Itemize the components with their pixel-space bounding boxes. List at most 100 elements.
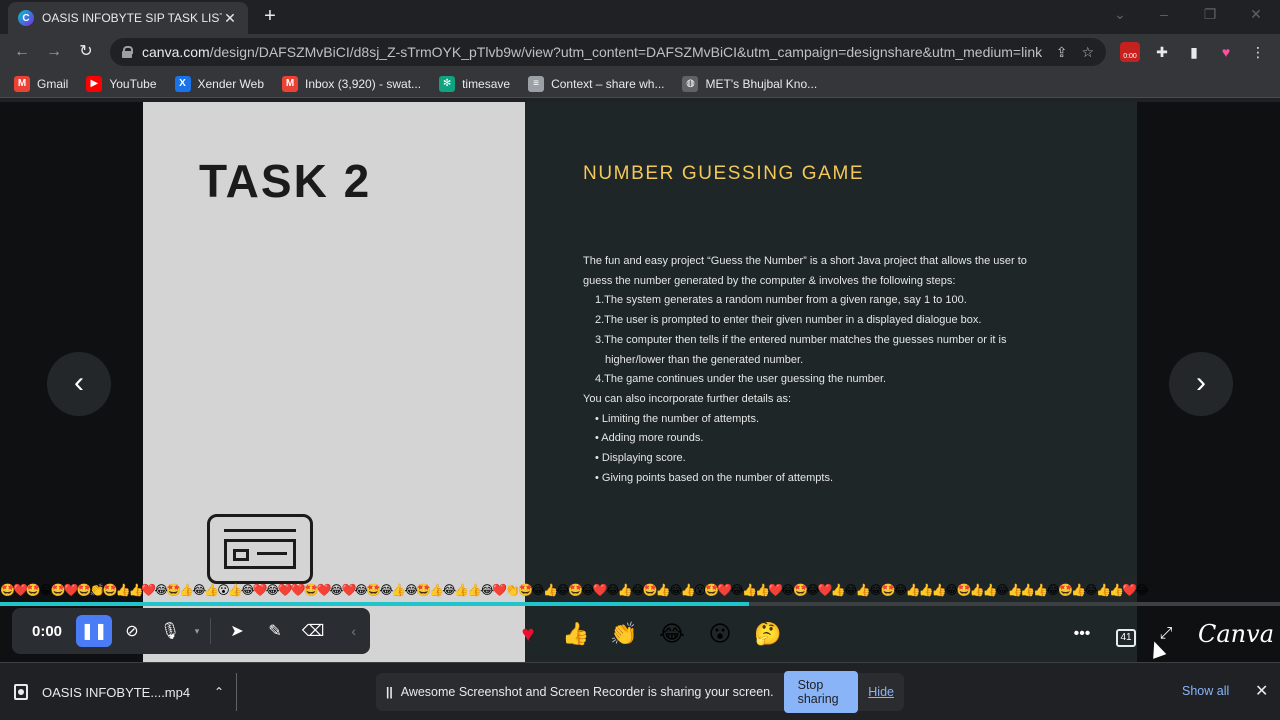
description-line: • Adding more rounds. (595, 432, 704, 445)
viewer-right-controls: ••• 41 ⤢ Canva (1064, 618, 1274, 650)
forward-icon[interactable]: → (44, 42, 64, 62)
tab-search-icon[interactable]: ⌄ (1110, 6, 1130, 23)
project-description: The fun and easy project “Guess the Numb… (583, 252, 1103, 488)
description-line: higher/lower than the generated number. (605, 353, 804, 366)
share-icon[interactable]: ⇪ (1056, 44, 1068, 61)
bookmark-label: YouTube (109, 76, 157, 91)
playback-controls: 0:00 ❚❚ ⊘ 🎙 ▾ ➤ ✎ ⌫ ‹ (12, 608, 370, 654)
stop-sharing-button[interactable]: Stop sharing (783, 671, 859, 713)
surprised-reaction-button[interactable]: 😮 (696, 618, 744, 650)
restore-icon[interactable]: ❐ (1200, 6, 1220, 23)
bookmark-item[interactable]: ◍ MET's Bhujbal Kno... (682, 75, 818, 92)
bookmark-item[interactable]: ≡ Context – share wh... (528, 75, 665, 92)
description-line: 1.The system generates a random number f… (595, 294, 967, 307)
side-panel-icon[interactable]: ▮ (1184, 42, 1204, 62)
bookmark-item[interactable]: M Inbox (3,920) - swat... (282, 75, 422, 92)
download-shelf: OASIS INFOBYTE....mp4 ⌃ || Awesome Scree… (0, 662, 1280, 720)
bookmark-item[interactable]: X Xender Web (174, 75, 265, 92)
sharing-pause-icon: || (386, 685, 393, 699)
mic-off-icon[interactable]: 🎙 (152, 615, 188, 647)
back-icon[interactable]: ← (12, 42, 32, 62)
hide-link[interactable]: Hide (868, 685, 894, 699)
pause-button[interactable]: ❚❚ (76, 615, 112, 647)
heart-reaction-button[interactable]: ♥ (504, 618, 552, 650)
bookmark-label: Inbox (3,920) - swat... (305, 76, 422, 91)
laugh-reaction-button[interactable]: 😂 (648, 618, 696, 650)
description-line: You can also incorporate further details… (583, 392, 792, 405)
tab-close-icon[interactable]: ✕ (222, 10, 238, 27)
clap-reaction-button[interactable]: 👏 (600, 618, 648, 650)
bookmark-item[interactable]: ✻ timesave (439, 75, 511, 92)
more-options-icon[interactable]: ••• (1064, 618, 1100, 650)
tab-strip: C OASIS INFOBYTE SIP TASK LIST ✕ + ⌄ – ❐… (0, 0, 1280, 34)
pen-tool-icon[interactable]: ✎ (257, 615, 293, 647)
tab-title: OASIS INFOBYTE SIP TASK LIST (42, 11, 222, 25)
magic-shortcuts-icon[interactable]: ⊘ (114, 615, 150, 647)
canva-favicon-icon: C (18, 10, 34, 26)
reload-icon[interactable]: ↻ (76, 42, 96, 62)
bookmark-item[interactable]: M Gmail (14, 75, 69, 92)
task-title: TASK 2 (199, 155, 372, 207)
minimize-icon[interactable]: – (1154, 6, 1174, 22)
canva-logo[interactable]: Canva (1198, 620, 1274, 648)
page-count-badge[interactable]: 41 (1116, 628, 1136, 647)
description-line: 4.The game continues under the user gues… (595, 373, 887, 386)
xender-icon: X (174, 75, 191, 92)
bookmark-label: Xender Web (197, 76, 265, 91)
description-line: guess the number generated by the comput… (583, 274, 956, 287)
youtube-icon: ▶ (86, 75, 103, 92)
address-bar[interactable]: canva.com/design/DAFSZMvBiCI/d8sj_Z-sTrm… (110, 38, 1106, 66)
thinking-reaction-button[interactable]: 🤔 (744, 618, 792, 650)
canva-presentation-viewer: TASK 2 NUMBER GUESSING GAME The fun and … (0, 102, 1280, 662)
description-line: • Displaying score. (595, 452, 686, 465)
document-icon: ≡ (528, 75, 545, 92)
chevron-up-icon[interactable]: ⌃ (214, 685, 224, 699)
chatgpt-icon: ✻ (439, 75, 456, 92)
screen-sharing-notification: || Awesome Screenshot and Screen Recorde… (376, 671, 904, 713)
bookmark-star-icon[interactable]: ☆ (1081, 44, 1094, 61)
bookmarks-bar: M Gmail ▶ YouTube X Xender Web M Inbox (3,920) … (0, 70, 1280, 98)
extensions-puzzle-icon[interactable]: ✚ (1152, 42, 1172, 62)
new-tab-icon[interactable]: + (260, 6, 280, 26)
pointer-tool-icon[interactable]: ➤ (219, 615, 255, 647)
description-line: • Limiting the number of attempts. (595, 412, 760, 425)
reaction-stream: 🤩❤️🤩😂🤩❤️🤩👏🤩👍👍❤️😂🤩👍😂👍😮👍😂❤️😂❤️❤️🤩❤️😂❤️😂🤩😂👍… (0, 583, 1149, 597)
description-line: 2.The user is prompted to enter their gi… (595, 314, 982, 327)
close-shelf-icon[interactable]: ✕ (1255, 681, 1268, 701)
controls-divider (210, 618, 211, 644)
progress-fill (0, 602, 749, 606)
url-text: canva.com/design/DAFSZMvBiCI/d8sj_Z-sTrm… (142, 44, 1042, 60)
lock-icon (122, 46, 133, 58)
next-slide-button[interactable]: › (1169, 352, 1233, 416)
bookmark-label: Context – share wh... (551, 76, 665, 91)
playback-time: 0:00 (31, 622, 63, 640)
screen-recorder-extension-icon[interactable]: 0:00 (1120, 42, 1140, 62)
window-close-icon[interactable]: ✕ (1246, 6, 1266, 23)
gmail-icon: M (14, 75, 30, 92)
collapse-controls-icon[interactable]: ‹ (351, 623, 362, 639)
gmail-icon: M (282, 75, 298, 92)
download-file-name: OASIS INFOBYTE....mp4 (42, 684, 191, 700)
bookmark-label: timesave (462, 76, 511, 91)
mic-dropdown-icon[interactable]: ▾ (190, 615, 204, 647)
video-file-icon (14, 684, 28, 700)
browser-toolbar: ← → ↻ canva.com/design/DAFSZMvBiCI/d8sj_… (0, 34, 1280, 70)
show-all-button[interactable]: Show all (1182, 684, 1229, 698)
slide-left-panel: TASK 2 (143, 102, 525, 662)
bookmark-label: Gmail (37, 76, 69, 91)
bookmark-item[interactable]: ▶ YouTube (86, 75, 157, 92)
eraser-tool-icon[interactable]: ⌫ (295, 615, 331, 647)
previous-slide-button[interactable]: ‹ (47, 352, 111, 416)
description-line: • Giving points based on the number of a… (595, 471, 834, 484)
browser-menu-icon[interactable]: ⋮ (1248, 42, 1268, 62)
description-line: 3.The computer then tells if the entered… (595, 333, 1007, 346)
bookmark-label: MET's Bhujbal Kno... (705, 76, 818, 91)
browser-tab[interactable]: C OASIS INFOBYTE SIP TASK LIST ✕ (8, 2, 248, 34)
emoji-reactions-bar: ♥ 👍 👏 😂 😮 🤔 (504, 618, 792, 650)
shelf-divider (236, 673, 237, 711)
screen: C OASIS INFOBYTE SIP TASK LIST ✕ + ⌄ – ❐… (0, 0, 1280, 720)
thumbs-up-reaction-button[interactable]: 👍 (552, 618, 600, 650)
heart-extension-icon[interactable]: ♥ (1216, 42, 1236, 62)
description-line: The fun and easy project “Guess the Numb… (583, 255, 1027, 267)
download-item[interactable]: OASIS INFOBYTE....mp4 ⌃ (14, 677, 234, 707)
